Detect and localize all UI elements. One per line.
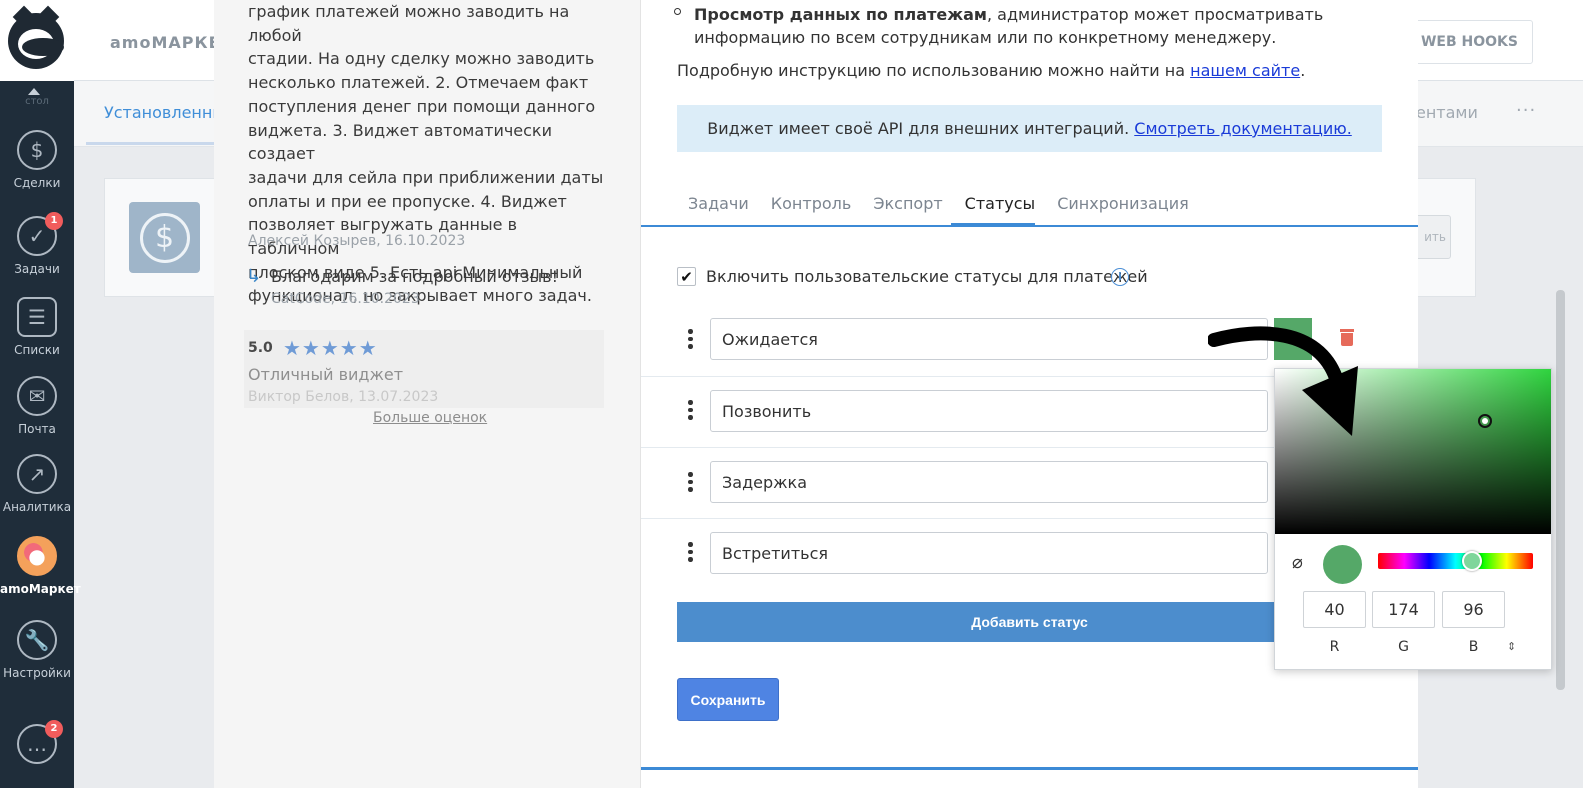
- reply-arrow-icon: ↳: [246, 266, 262, 287]
- review-author: Алексей Козырев, 16.10.2023: [248, 233, 466, 249]
- blue-label: B: [1468, 639, 1479, 655]
- tab-clients[interactable]: ентами: [1416, 103, 1478, 122]
- sidebar-item-deals[interactable]: $ Сделки: [0, 130, 74, 190]
- sidebar-item-label: Почта: [18, 422, 56, 436]
- red-input[interactable]: [1303, 591, 1366, 628]
- api-banner: Виджет имеет своё API для внешних интегр…: [677, 105, 1382, 152]
- sidebar-item-label: Задачи: [14, 262, 60, 276]
- sidebar-item-lists[interactable]: ☰ Списки: [0, 297, 74, 357]
- color-mode-switch-icon[interactable]: ⇕: [1507, 640, 1516, 653]
- rating-value: 5.0: [248, 340, 273, 356]
- settings-tabs: Задачи Контроль Экспорт Статусы Синхрони…: [677, 194, 1200, 213]
- sidebar-item-mail[interactable]: ✉ Почта: [0, 376, 74, 436]
- sidebar-item-label: amoМаркет: [0, 582, 81, 596]
- reply-author: CatCode, 16.10.2023: [271, 291, 420, 307]
- lists-icon: ☰: [17, 297, 57, 337]
- eyedropper-icon[interactable]: ⌀: [1292, 552, 1303, 573]
- amomarket-icon: ●: [17, 536, 57, 576]
- tab-statuses[interactable]: Статусы: [954, 194, 1047, 213]
- bullet-icon: [674, 8, 681, 15]
- left-sidebar: стол $ Сделки ✓ 1 Задачи ☰ Списки ✉ Почта…: [0, 0, 81, 788]
- blue-input[interactable]: [1442, 591, 1505, 628]
- review-text: график платежей можно заводить на любой …: [248, 2, 604, 306]
- instruction-link[interactable]: нашем сайте: [1190, 61, 1300, 80]
- deals-dollar-icon: $: [17, 130, 57, 170]
- api-text: Виджет имеет своё API для внешних интегр…: [707, 119, 1135, 138]
- annotation-arrow-icon: [1208, 326, 1358, 436]
- status-name-input[interactable]: [710, 318, 1268, 360]
- custom-statuses-checkbox[interactable]: ✔: [677, 267, 696, 286]
- tasks-badge: 1: [45, 212, 63, 230]
- more-ratings-link[interactable]: Больше оценок: [373, 410, 487, 426]
- color-preview: [1323, 545, 1362, 584]
- widget-logo-icon: $: [129, 202, 200, 273]
- sidebar-item-label: Настройки: [3, 666, 71, 680]
- mail-icon: ✉: [17, 376, 57, 416]
- app-title: amoМАРКЕ: [110, 33, 221, 52]
- tab-tasks[interactable]: Задачи: [677, 194, 760, 213]
- feature-bullet-title: Просмотр данных по платежам: [694, 5, 987, 24]
- instruction-end: .: [1300, 61, 1306, 80]
- sidebar-item-tasks[interactable]: ✓ 1 Задачи: [0, 212, 74, 276]
- green-input[interactable]: [1372, 591, 1435, 628]
- sidebar-item-settings[interactable]: 🔧 Настройки: [0, 620, 74, 680]
- instruction-prefix: Подробную инструкцию по использованию мо…: [677, 61, 1191, 80]
- tasks-check-icon: ✓ 1: [17, 212, 63, 256]
- instruction-text: Подробную инструкцию по использованию мо…: [677, 61, 1305, 80]
- save-button[interactable]: Сохранить: [677, 678, 779, 721]
- drag-handle-icon[interactable]: [688, 329, 694, 349]
- analytics-icon: ↗: [17, 454, 57, 494]
- green-label: G: [1398, 639, 1409, 655]
- sidebar-item-label: Сделки: [13, 176, 61, 190]
- tab-installed-underline: [86, 142, 216, 145]
- tab-installed[interactable]: Установленны: [104, 103, 225, 122]
- tab-export[interactable]: Экспорт: [862, 194, 953, 213]
- panel-bottom-border: [641, 767, 1418, 770]
- chat-bubble-icon: … 2: [17, 720, 63, 764]
- drag-handle-icon[interactable]: [688, 542, 694, 562]
- red-label: R: [1329, 639, 1340, 655]
- feature-bullet: Просмотр данных по платежам, администрат…: [694, 4, 1384, 49]
- page-scrollbar[interactable]: [1556, 290, 1565, 690]
- status-name-input[interactable]: [710, 461, 1268, 503]
- tab-control[interactable]: Контроль: [760, 194, 863, 213]
- sidebar-item-amomarket[interactable]: ● amoМаркет: [0, 536, 81, 596]
- rating-author: Виктор Белов, 13.07.2023: [248, 389, 439, 405]
- status-name-input[interactable]: [710, 532, 1268, 574]
- rating-title: Отличный виджет: [248, 365, 404, 384]
- color-cursor[interactable]: [1478, 414, 1492, 428]
- sidebar-item-label: Списки: [14, 343, 60, 357]
- api-docs-link[interactable]: Смотреть документацию.: [1134, 119, 1352, 138]
- more-tabs-button[interactable]: ···: [1516, 100, 1536, 121]
- scroll-up-icon[interactable]: [28, 88, 40, 95]
- custom-statuses-label: Включить пользовательские статусы для пл…: [706, 267, 1148, 286]
- info-icon[interactable]: i: [1111, 268, 1129, 286]
- hue-slider-thumb[interactable]: [1462, 551, 1482, 571]
- hue-slider[interactable]: [1378, 553, 1533, 569]
- tab-sync[interactable]: Синхронизация: [1046, 194, 1200, 213]
- amocrm-logo-icon[interactable]: [0, 0, 74, 81]
- reply-text: Благодарим за подробный отзыв!: [271, 267, 558, 286]
- status-name-input[interactable]: [710, 390, 1268, 432]
- sidebar-item-desktop-label[interactable]: стол: [0, 96, 74, 107]
- active-tab-indicator: [951, 223, 1035, 227]
- rating-stars-icon: ★★★★★: [283, 336, 378, 360]
- sidebar-item-analytics[interactable]: ↗ Аналитика: [0, 454, 74, 514]
- sidebar-item-label: Аналитика: [2, 500, 72, 514]
- chat-badge: 2: [45, 720, 63, 738]
- settings-wrench-icon: 🔧: [17, 620, 57, 660]
- drag-handle-icon[interactable]: [688, 400, 694, 420]
- chat-button[interactable]: … 2: [0, 720, 74, 770]
- drag-handle-icon[interactable]: [688, 472, 694, 492]
